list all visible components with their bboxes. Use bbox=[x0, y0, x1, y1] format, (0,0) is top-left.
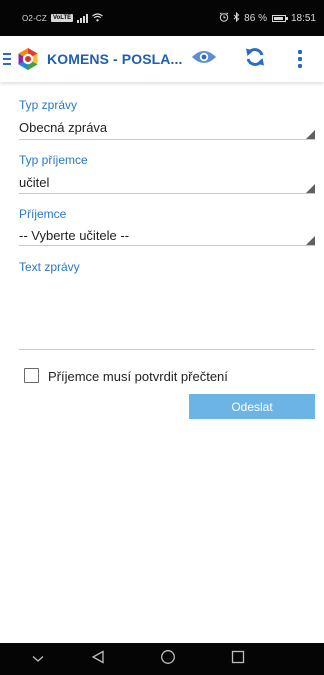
collapse-nav-button[interactable] bbox=[18, 643, 58, 675]
preview-button[interactable] bbox=[188, 45, 220, 73]
refresh-icon bbox=[244, 46, 266, 73]
signal-icon bbox=[77, 13, 89, 23]
recipient-value[interactable]: -- Vyberte učitele -- bbox=[19, 228, 129, 243]
recents-button[interactable] bbox=[218, 643, 258, 675]
recipient-type-value[interactable]: učitel bbox=[19, 175, 49, 190]
eye-icon bbox=[191, 49, 217, 70]
recipient-underline bbox=[19, 245, 315, 246]
app-title: KOMENS - POSLA... bbox=[47, 51, 183, 67]
confirm-read-checkbox[interactable] bbox=[24, 368, 39, 383]
confirm-read-label[interactable]: Příjemce musí potvrdit přečtení bbox=[48, 369, 228, 384]
refresh-button[interactable] bbox=[240, 45, 270, 73]
back-button[interactable] bbox=[78, 643, 118, 675]
carrier-name: O2-CZ bbox=[22, 13, 47, 23]
app-logo-icon bbox=[16, 47, 40, 71]
status-bar: O2-CZ VoLTE 86 % 18:51 bbox=[0, 0, 324, 36]
send-button[interactable]: Odeslat bbox=[189, 394, 315, 419]
wifi-icon bbox=[92, 12, 103, 24]
battery-percent: 86 % bbox=[244, 12, 267, 24]
message-type-label: Typ zprávy bbox=[19, 98, 78, 112]
recents-square-icon bbox=[231, 650, 245, 669]
home-button[interactable] bbox=[148, 643, 188, 675]
volte-badge: VoLTE bbox=[51, 14, 74, 22]
message-text-input[interactable] bbox=[19, 278, 315, 348]
back-triangle-icon bbox=[91, 649, 105, 669]
message-text-underline bbox=[19, 349, 315, 350]
recipient-type-underline bbox=[19, 193, 315, 194]
recipient-type-label: Typ příjemce bbox=[19, 153, 88, 167]
battery-icon bbox=[271, 14, 288, 22]
message-type-underline bbox=[19, 139, 315, 140]
status-left: O2-CZ VoLTE bbox=[22, 12, 103, 24]
message-type-value[interactable]: Obecná zpráva bbox=[19, 120, 107, 135]
chevron-down-icon bbox=[32, 650, 44, 668]
home-circle-icon bbox=[160, 649, 176, 670]
clock-time: 18:51 bbox=[290, 12, 316, 24]
menu-icon[interactable] bbox=[3, 53, 11, 65]
navigation-bar bbox=[0, 643, 324, 675]
status-right: 86 % 18:51 bbox=[219, 11, 316, 25]
app-bar: KOMENS - POSLA... bbox=[0, 36, 324, 82]
message-text-label: Text zprávy bbox=[19, 260, 80, 274]
alarm-icon bbox=[219, 11, 229, 25]
bluetooth-icon bbox=[233, 11, 240, 25]
recipient-label: Příjemce bbox=[19, 207, 67, 221]
overflow-menu-icon[interactable] bbox=[290, 45, 310, 73]
